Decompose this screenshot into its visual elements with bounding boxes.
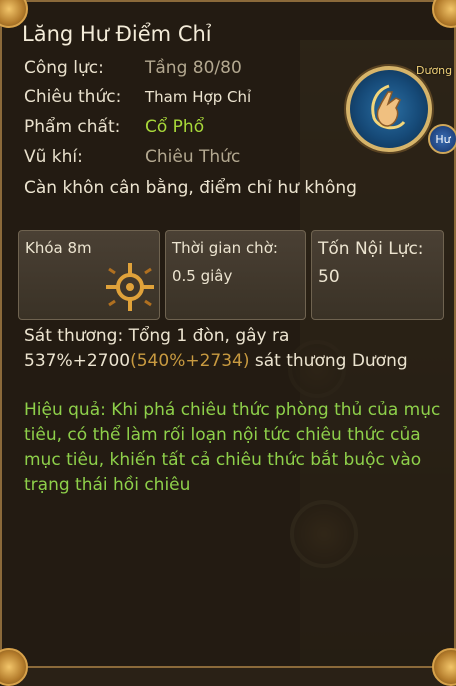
power-label: Công lực: — [24, 58, 104, 78]
quality-label: Phẩm chất: — [24, 117, 121, 137]
weapon-label: Vũ khí: — [24, 147, 83, 167]
element-tag: Dương — [416, 64, 453, 77]
effect-text: Hiệu quả: Khi phá chiêu thức phòng thủ c… — [24, 400, 441, 495]
move-value: Tham Hợp Chỉ — [145, 88, 252, 106]
damage-extra: (540%+2734) — [130, 351, 250, 371]
damage-suffix: sát thương Dương — [249, 351, 408, 371]
skill-icon — [346, 66, 432, 152]
move-label: Chiêu thức: — [24, 87, 122, 107]
skill-name: Lăng Hư Điểm Chỉ — [22, 22, 212, 46]
inner-force-cost-value: 50 — [318, 267, 340, 287]
type-badge: Hư — [428, 124, 456, 154]
cooldown-label: Thời gian chờ: — [172, 239, 278, 257]
inner-force-cost-label: Tốn Nội Lực: — [318, 239, 424, 259]
damage-text: Sát thương: Tổng 1 đòn, gây ra 537%+2700… — [24, 324, 444, 374]
weapon-value: Chiêu Thức — [145, 147, 241, 167]
frame-corner-ornament — [432, 648, 456, 686]
skill-tooltip: Lăng Hư Điểm Chỉ Công lực: Tầng 80/80 Ch… — [0, 0, 456, 686]
frame-corner-ornament — [0, 648, 28, 686]
quality-value: Cổ Phổ — [145, 117, 205, 137]
cooldown-box: Thời gian chờ: 0.5 giây — [165, 230, 306, 320]
frame-corner-ornament — [432, 0, 456, 28]
inner-force-cost-box: Tốn Nội Lực: 50 — [311, 230, 444, 320]
power-value: Tầng 80/80 — [145, 58, 242, 78]
cooldown-value: 0.5 giây — [172, 267, 233, 285]
lock-range-box: Khóa 8m — [18, 230, 160, 320]
skill-description: Càn khôn cân bằng, điểm chỉ hư không — [24, 178, 357, 198]
lock-range-label: Khóa 8m — [25, 239, 92, 257]
lock-crosshair-icon — [106, 263, 154, 311]
pointing-hand-icon — [371, 84, 406, 130]
